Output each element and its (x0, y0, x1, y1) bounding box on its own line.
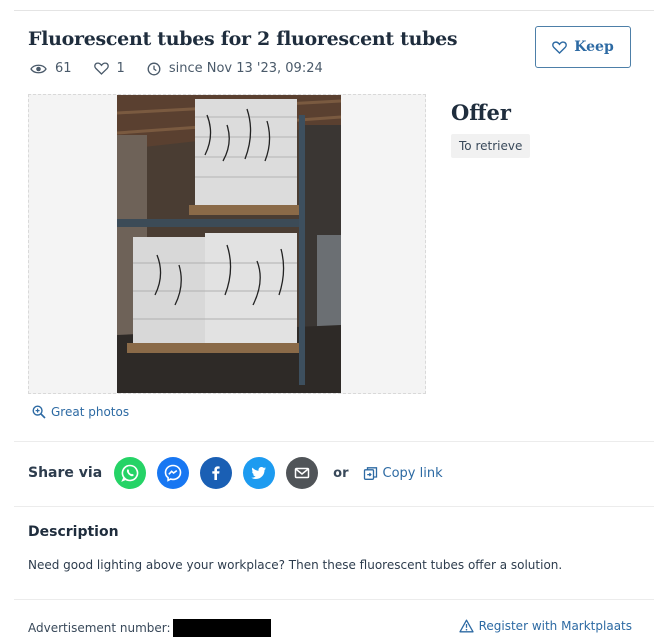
whatsapp-share-button[interactable] (114, 457, 147, 489)
copy-link-label: Copy link (382, 465, 443, 481)
copy-icon (363, 466, 377, 480)
keep-button-label: Keep (574, 39, 614, 55)
share-label: Share via (28, 465, 103, 481)
divider (14, 506, 654, 507)
favorites-count: 1 (116, 61, 125, 76)
or-separator: or (333, 465, 349, 481)
divider (14, 441, 654, 442)
listing-title: Fluorescent tubes for 2 fluorescent tube… (28, 28, 458, 50)
great-photos-link[interactable]: Great photos (32, 405, 129, 419)
listing-stats: 61 1 since Nov 13 '23, 09:24 (30, 61, 345, 76)
share-bar: Share via or Copy link (28, 456, 443, 490)
favorites-stat: 1 (93, 61, 125, 76)
eye-icon (30, 64, 47, 73)
great-photos-label: Great photos (51, 405, 130, 419)
register-with-marktplaats-link[interactable]: Register with Marktplaats (458, 619, 632, 633)
photo-viewer[interactable] (28, 94, 426, 394)
clock-icon (147, 62, 161, 75)
description-heading: Description (28, 524, 119, 540)
email-share-button[interactable] (286, 457, 319, 489)
advertisement-number-label: Advertisement number: (28, 621, 171, 635)
messenger-share-button[interactable] (157, 457, 190, 489)
views-stat: 61 (30, 61, 72, 76)
divider (14, 599, 654, 600)
delivery-badge: To retrieve (451, 134, 531, 158)
redacted-advertisement-number (172, 619, 271, 637)
heart-icon (93, 62, 109, 75)
facebook-share-button[interactable] (200, 457, 233, 489)
email-icon (294, 467, 310, 479)
heart-icon (552, 40, 568, 54)
copy-link-button[interactable]: Copy link (363, 466, 443, 481)
keep-button[interactable]: Keep (535, 26, 631, 68)
warning-icon (458, 619, 474, 633)
twitter-icon (251, 467, 267, 479)
posted-date: since Nov 13 '23, 09:24 (168, 61, 323, 76)
twitter-share-button[interactable] (243, 457, 276, 489)
price-label: Offer (451, 100, 511, 125)
posted-date-stat: since Nov 13 '23, 09:24 (147, 61, 323, 76)
facebook-icon (212, 466, 220, 480)
views-count: 61 (55, 61, 72, 76)
advertisement-number: Advertisement number: (28, 619, 271, 637)
zoom-icon (32, 405, 46, 419)
listing-photo[interactable] (117, 95, 341, 393)
register-link-label: Register with Marktplaats (478, 619, 632, 633)
messenger-icon (164, 464, 182, 482)
whatsapp-icon (121, 464, 139, 482)
description-text: Need good lighting above your workplace?… (28, 558, 563, 572)
top-divider (14, 10, 654, 11)
